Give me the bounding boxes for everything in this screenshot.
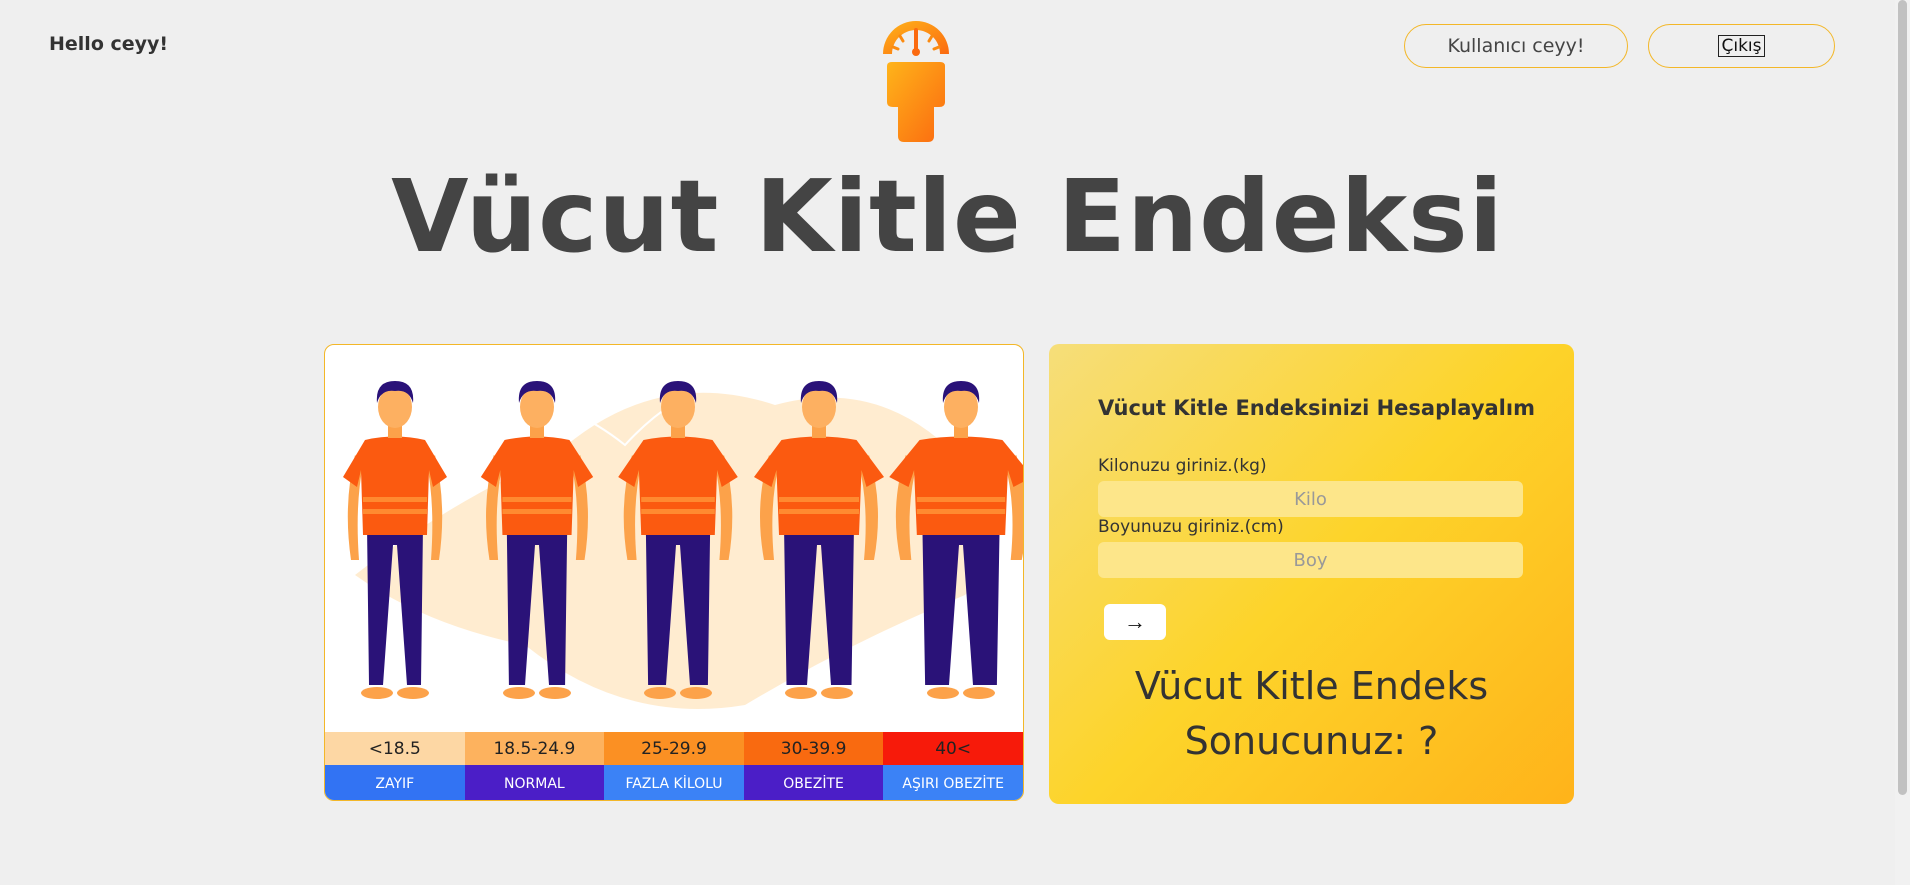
logout-button[interactable]: Çıkış xyxy=(1648,24,1835,68)
bmi-result: Vücut Kitle Endeks Sonucunuz: ? xyxy=(1049,659,1574,769)
bmi-category-cell: NORMAL xyxy=(464,765,605,800)
bmi-category-cell: AŞIRI OBEZİTE xyxy=(883,765,1023,800)
bmi-range-cell: 30-39.9 xyxy=(743,732,884,765)
bmi-form-card: Vücut Kitle Endeksinizi Hesaplayalım Kil… xyxy=(1049,344,1574,804)
page-scrollbar[interactable] xyxy=(1895,0,1910,885)
body-figures-illustration xyxy=(343,368,1023,709)
arrow-right-icon: → xyxy=(1124,609,1146,634)
page-title: Vücut Kitle Endeksi xyxy=(391,158,1504,275)
height-label: Boyunuzu giriniz.(cm) xyxy=(1098,517,1284,537)
logout-button-label: Çıkış xyxy=(1718,35,1765,57)
bmi-range-cell: <18.5 xyxy=(325,732,465,765)
bmi-range-cell: 40< xyxy=(883,732,1023,765)
scrollbar-thumb[interactable] xyxy=(1898,0,1907,795)
greeting-text: Hello ceyy! xyxy=(49,33,169,55)
bmi-categories-row: ZAYIF NORMAL FAZLA KİLOLU OBEZİTE AŞIRI OBEZ… xyxy=(325,765,1023,800)
weight-label: Kilonuzu giriniz.(kg) xyxy=(1098,456,1267,476)
bmi-logo-icon xyxy=(883,21,949,142)
bmi-category-cell: OBEZİTE xyxy=(743,765,884,800)
form-heading: Vücut Kitle Endeksinizi Hesaplayalım xyxy=(1098,396,1535,420)
result-line-2: Sonucunuz: ? xyxy=(1184,719,1439,763)
bmi-category-cell: ZAYIF xyxy=(325,765,465,800)
user-profile-button[interactable]: Kullanıcı ceyy! xyxy=(1404,24,1628,68)
bmi-range-cell: 18.5-24.9 xyxy=(464,732,605,765)
bmi-ranges-row: <18.5 18.5-24.9 25-29.9 30-39.9 40< xyxy=(325,732,1023,765)
bmi-chart-image: <18.5 18.5-24.9 25-29.9 30-39.9 40< ZAYIF NOR… xyxy=(324,344,1024,801)
calculate-button[interactable]: → xyxy=(1104,604,1166,640)
bmi-category-cell: FAZLA KİLOLU xyxy=(604,765,744,800)
height-input[interactable] xyxy=(1098,542,1523,578)
result-line-1: Vücut Kitle Endeks xyxy=(1134,664,1489,708)
bmi-range-cell: 25-29.9 xyxy=(604,732,744,765)
weight-input[interactable] xyxy=(1098,481,1523,517)
